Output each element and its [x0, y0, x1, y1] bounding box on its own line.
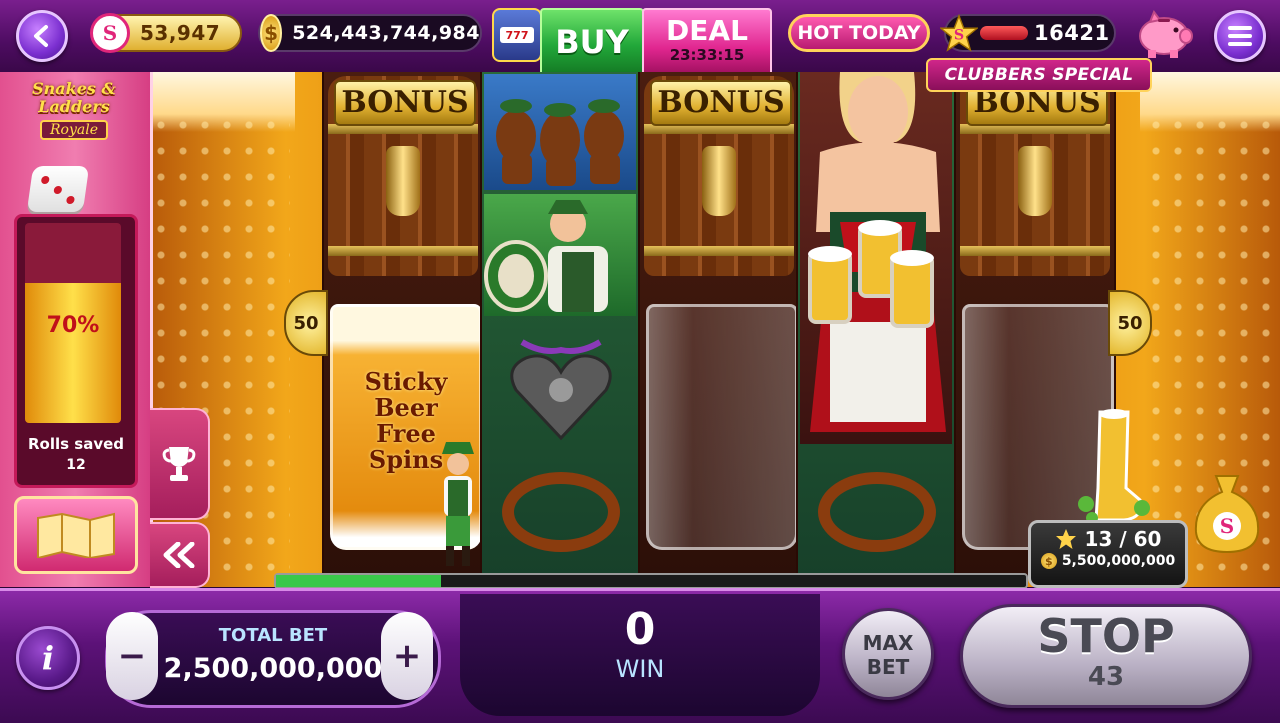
clubbers-special-banner[interactable]: CLUBBERS SPECIAL [926, 58, 1152, 92]
deal-button[interactable]: DEAL 23:33:15 [642, 8, 772, 76]
bonus-barrel-symbol: BONUS [328, 76, 478, 276]
pretzel-symbol [502, 472, 620, 552]
roll-progress-meter: 70% Rolls saved 12 [14, 214, 138, 488]
dollar-coin-icon: $ [1040, 553, 1057, 569]
snakes-ladders-logo[interactable]: Snakes & Ladders Royale [10, 80, 138, 156]
rolls-saved-value: 12 [66, 457, 86, 473]
win-display: 0 WIN [460, 594, 820, 716]
leaderboard-tab[interactable] [150, 408, 210, 520]
double-chevron-left-icon [163, 542, 195, 568]
chevron-left-icon [34, 25, 48, 47]
stop-count: 43 [1087, 662, 1125, 692]
bavarian-man-character [436, 440, 480, 570]
max-bet-line-1: MAX [862, 631, 914, 655]
roll-progress-fill [25, 283, 121, 423]
logo-line-1: Snakes & Ladders [32, 79, 116, 116]
menu-button[interactable] [1214, 10, 1266, 62]
dice-icon [26, 166, 90, 212]
star-points-value: 16421 [1034, 21, 1110, 45]
beer-tap-icon [1018, 146, 1052, 216]
bonus-barrel-symbol: BONUS [960, 76, 1110, 276]
level-points-pill[interactable]: S 53,947 [90, 13, 242, 53]
feature-text-1: Sticky [364, 367, 448, 396]
info-button[interactable]: i [16, 626, 80, 690]
piggy-bank-icon[interactable] [1134, 8, 1194, 60]
money-bag-icon: S [1186, 470, 1268, 556]
collapse-panel-tab[interactable] [150, 522, 210, 588]
increase-bet-button[interactable]: + [381, 612, 433, 700]
info-label: i [41, 639, 55, 677]
dachshund-dogs-symbol [484, 74, 636, 190]
reel-1: BONUS Sticky Beer Free Spins [322, 72, 484, 577]
beer-boot-icon [1078, 408, 1150, 528]
svg-text:S: S [954, 28, 964, 44]
max-bet-button[interactable]: MAX BET [842, 608, 934, 700]
win-value: 0 [624, 604, 656, 655]
hamburger-menu-icon [1228, 26, 1252, 46]
max-bet-line-2: BET [866, 655, 910, 679]
bonus-barrel-symbol: BONUS [644, 76, 794, 276]
stop-button[interactable]: STOP 43 [960, 604, 1252, 708]
deal-label: DEAL [666, 14, 748, 47]
board-map-button[interactable] [14, 496, 138, 574]
coin-balance-value: 524,443,744,984 [292, 22, 480, 44]
rolls-saved-label: Rolls saved [27, 435, 125, 453]
stop-label: STOP [1037, 609, 1175, 663]
payline-marker-left-value: 50 [293, 312, 319, 334]
decrease-bet-button[interactable]: − [106, 612, 158, 700]
beer-maid-symbol [800, 72, 952, 444]
level-points-value: 53,947 [140, 21, 221, 45]
buy-label: BUY [555, 23, 629, 61]
coin-balance-pill[interactable]: $ 524,443,744,984 [258, 14, 482, 52]
s-coin-icon: S [90, 13, 130, 53]
collect-prize: 5,500,000,000 [1061, 553, 1176, 569]
drummer-symbol [484, 194, 636, 316]
edelweiss-heart-symbol [502, 328, 620, 444]
beer-tap-icon [386, 146, 420, 216]
back-button[interactable] [16, 10, 68, 62]
bonus-label: BONUS [334, 80, 476, 126]
empty-glass-symbol [646, 304, 798, 550]
collect-meter[interactable]: 13 / 60 $ 5,500,000,000 [1028, 520, 1188, 588]
hot-today-label: HOT TODAY [797, 22, 921, 44]
bonus-label: BONUS [650, 80, 792, 126]
reel-2 [480, 72, 642, 577]
roll-progress-percent: 70% [46, 313, 100, 338]
top-bar: S 53,947 $ 524,443,744,984 777 BUY DEAL … [0, 0, 1280, 92]
minus-label: − [117, 636, 147, 676]
win-label: WIN [615, 655, 665, 683]
slot-machine-icon[interactable]: 777 [492, 8, 542, 62]
dollar-coin-icon: $ [260, 14, 283, 52]
star-icon [1055, 529, 1076, 549]
snakes-ladders-panel: Snakes & Ladders Royale 70% Rolls saved … [0, 72, 153, 587]
map-icon [37, 512, 115, 558]
reel-4 [796, 72, 958, 577]
plus-label: + [392, 636, 422, 676]
reel-progress-rail [274, 573, 1028, 589]
hot-today-button[interactable]: HOT TODAY [788, 14, 930, 52]
pretzel-symbol [818, 472, 936, 552]
reel-3: BONUS [638, 72, 800, 577]
logo-line-2: Royale [40, 120, 108, 140]
feature-text-2: Beer [374, 393, 438, 422]
trophy-icon [162, 447, 196, 481]
payline-marker-right-value: 50 [1117, 312, 1143, 334]
buy-button[interactable]: BUY [540, 8, 644, 76]
collect-progress: 13 / 60 [1084, 527, 1162, 551]
svg-text:S: S [1220, 514, 1234, 538]
star-s-icon: S [940, 14, 978, 52]
star-points-pill[interactable]: S 16421 [940, 14, 1116, 52]
clubbers-special-label: CLUBBERS SPECIAL [944, 65, 1134, 85]
deal-timer: 23:33:15 [669, 46, 745, 64]
beer-tap-icon [702, 146, 736, 216]
